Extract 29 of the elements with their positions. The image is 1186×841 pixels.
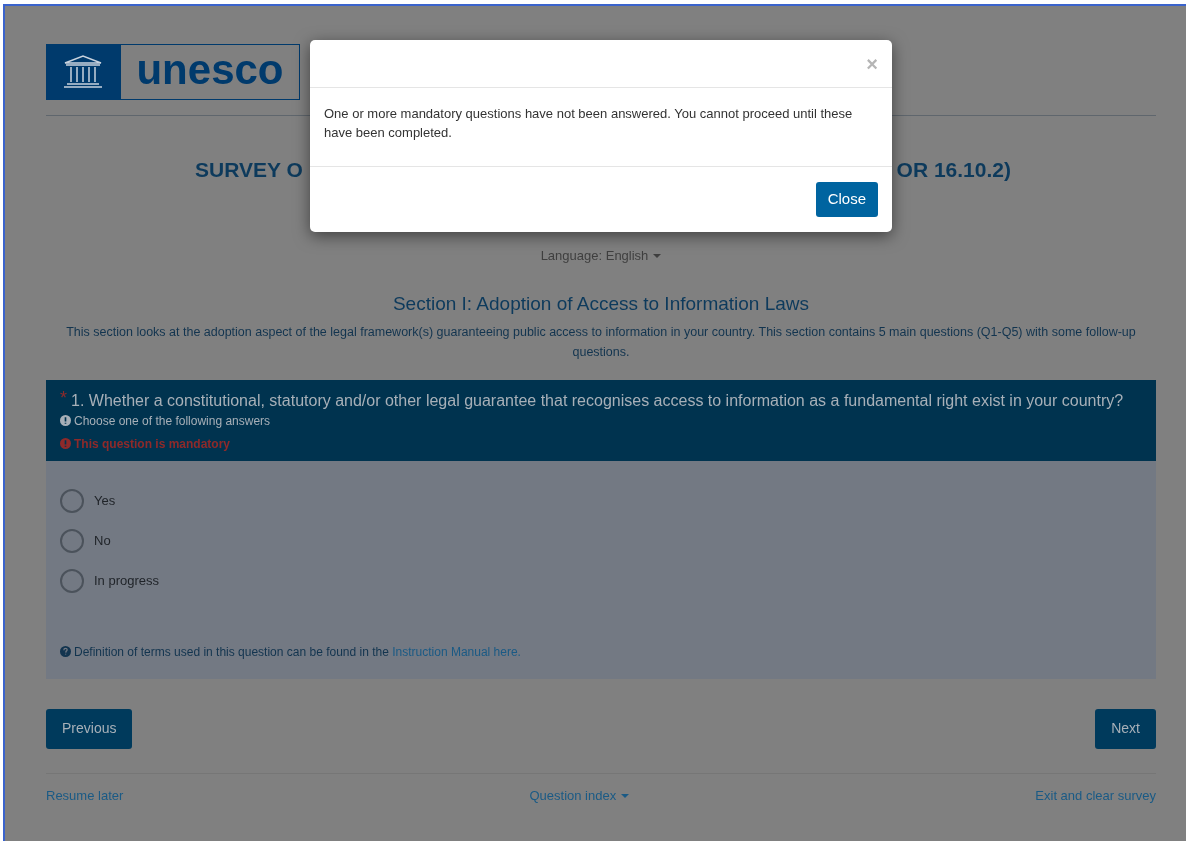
- caret-icon: [653, 253, 662, 259]
- close-button[interactable]: Close: [815, 182, 878, 217]
- next-button[interactable]: Next: [1095, 708, 1156, 749]
- dialog-message: One or more mandatory questions have not been answered. You cannot proceed until these have been completed.: [323, 105, 854, 142]
- section-description: This section looks at the adoption aspect of the legal framework(s) guaranteeing public access to information in your country. This section contains 5 main questions (Q1-Q5) with some follow-up questions.: [65, 323, 1137, 361]
- radio-button[interactable]: [60, 528, 84, 553]
- help-text: Definition of terms used in this question can be found in the Instruction Manual here.: [74, 643, 521, 661]
- section-title: Section I: Adoption of Access to Information Laws: [391, 292, 811, 316]
- radio-button[interactable]: [60, 488, 84, 513]
- exit-survey-link[interactable]: Exit and clear survey: [1035, 785, 1156, 805]
- error-message: This question is mandatory: [74, 435, 231, 453]
- logo-wordmark: unesco: [120, 44, 300, 100]
- survey-title: SURVEY O: [195, 157, 303, 183]
- question-index-dropdown[interactable]: Question index: [529, 785, 630, 805]
- language-dropdown[interactable]: Language: English: [540, 245, 662, 265]
- question-hint: Choose one of the following answers: [74, 412, 271, 430]
- caret-icon: [621, 793, 630, 799]
- exclamation-icon: [60, 415, 71, 426]
- radio-option[interactable]: Yes: [60, 488, 116, 513]
- radio-button[interactable]: [60, 568, 84, 593]
- resume-later-link[interactable]: Resume later: [46, 785, 124, 805]
- exclamation-icon: [60, 438, 71, 449]
- temple-icon: [62, 54, 104, 90]
- radio-option[interactable]: No: [60, 528, 111, 553]
- close-icon-button[interactable]: ×: [866, 53, 878, 74]
- radio-option[interactable]: In progress: [60, 568, 160, 593]
- survey-title: OR 16.10.2): [896, 157, 1011, 183]
- help-icon: [60, 646, 71, 657]
- previous-button[interactable]: Previous: [46, 708, 133, 749]
